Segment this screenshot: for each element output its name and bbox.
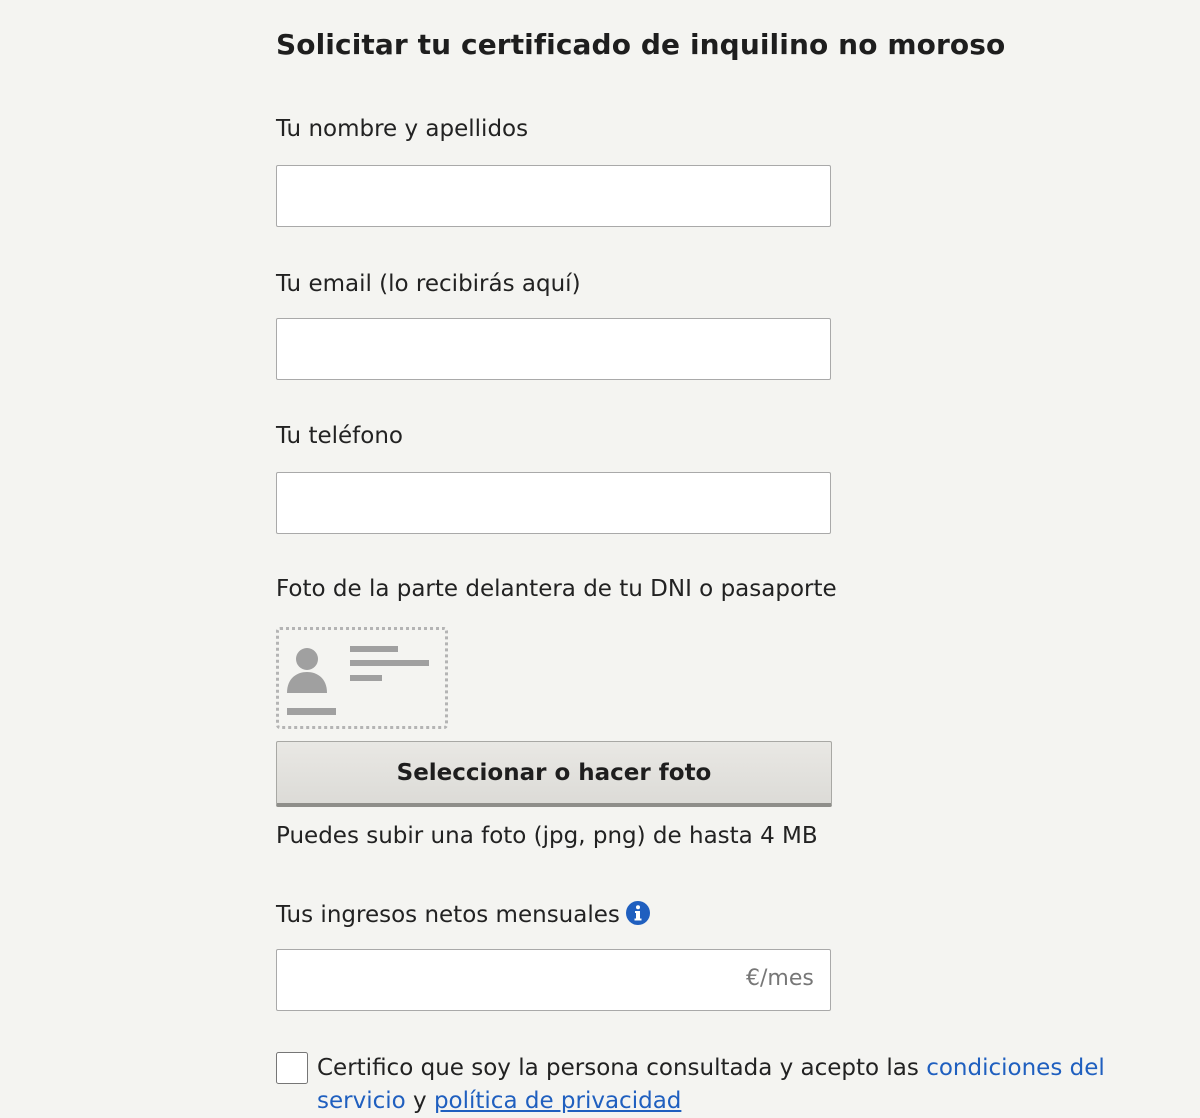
- id-card-icon: [287, 646, 429, 715]
- income-label-row: Tus ingresos netos mensuales: [276, 901, 650, 931]
- name-input[interactable]: [276, 165, 831, 227]
- select-photo-button[interactable]: Seleccionar o hacer foto: [276, 741, 832, 807]
- name-label: Tu nombre y apellidos: [276, 116, 529, 142]
- privacy-link[interactable]: política de privacidad: [434, 1088, 681, 1114]
- income-unit-suffix: €/mes: [746, 966, 814, 991]
- form-title: Solicitar tu certificado de inquilino no…: [276, 28, 1006, 61]
- id-photo-label: Foto de la parte delantera de tu DNI o p…: [276, 576, 837, 602]
- consent-text-between: y: [405, 1088, 434, 1114]
- info-icon[interactable]: [625, 901, 650, 931]
- phone-input[interactable]: [276, 472, 831, 534]
- consent-text-before: Certifico que soy la persona consultada …: [317, 1055, 927, 1081]
- email-input[interactable]: [276, 318, 831, 380]
- consent-text: Certifico que soy la persona consultada …: [317, 1052, 1137, 1118]
- id-card-placeholder: [276, 627, 448, 729]
- upload-hint: Puedes subir una foto (jpg, png) de hast…: [276, 823, 818, 849]
- phone-label: Tu teléfono: [276, 423, 403, 449]
- income-label: Tus ingresos netos mensuales: [276, 902, 620, 928]
- consent-checkbox[interactable]: [276, 1052, 308, 1084]
- email-label: Tu email (lo recibirás aquí): [276, 271, 581, 297]
